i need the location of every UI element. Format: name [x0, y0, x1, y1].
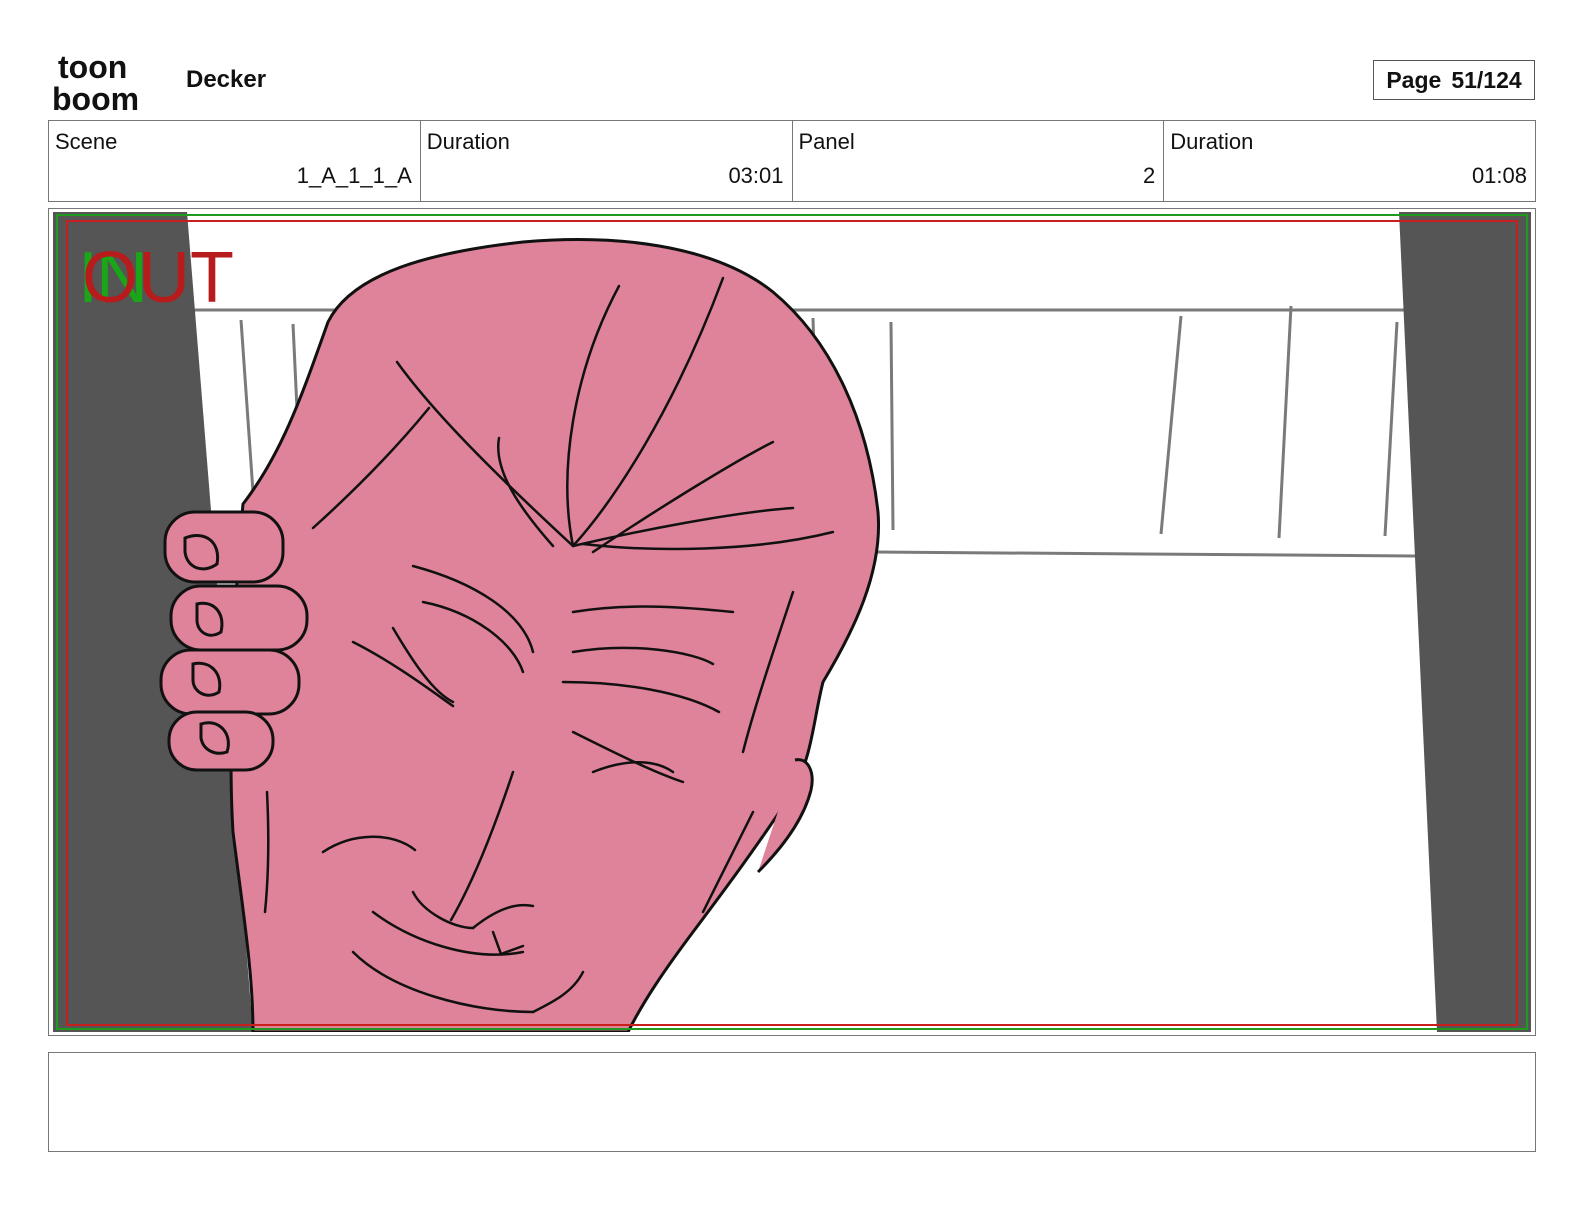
scene-cell: Scene 1_A_1_1_A	[49, 121, 420, 201]
scene-label: Scene	[55, 129, 118, 154]
panel-drawing	[53, 212, 1531, 1032]
project-title: Decker	[186, 66, 267, 93]
panel-label: Panel	[798, 129, 855, 154]
panel-duration-cell: Duration 01:08	[1163, 121, 1535, 201]
scene-value: 1_A_1_1_A	[296, 163, 412, 188]
page-indicator: Page 51/124	[1373, 60, 1535, 100]
scene-duration-value: 03:01	[728, 163, 784, 188]
panel-value: 2	[1143, 163, 1156, 188]
panel-caption-box	[48, 1052, 1536, 1152]
logo-text-bottom: boom	[52, 81, 139, 114]
panel-info-row: Scene 1_A_1_1_A Duration 03:01 Panel 2 D…	[48, 120, 1536, 202]
scene-duration-label: Duration	[426, 129, 510, 154]
page-label: Page	[1386, 66, 1442, 93]
storyboard-panel	[48, 208, 1536, 1036]
page-number: 51/124	[1451, 66, 1522, 93]
logo-text-top: toon	[58, 50, 127, 85]
scene-duration-cell: Duration 03:01	[419, 121, 792, 201]
panel-cell: Panel 2	[791, 121, 1164, 201]
panel-duration-label: Duration	[1170, 129, 1254, 154]
toon-boom-logo: toon boom	[52, 50, 139, 114]
panel-duration-value: 01:08	[1471, 163, 1527, 188]
out-marker: OUT	[82, 238, 234, 318]
